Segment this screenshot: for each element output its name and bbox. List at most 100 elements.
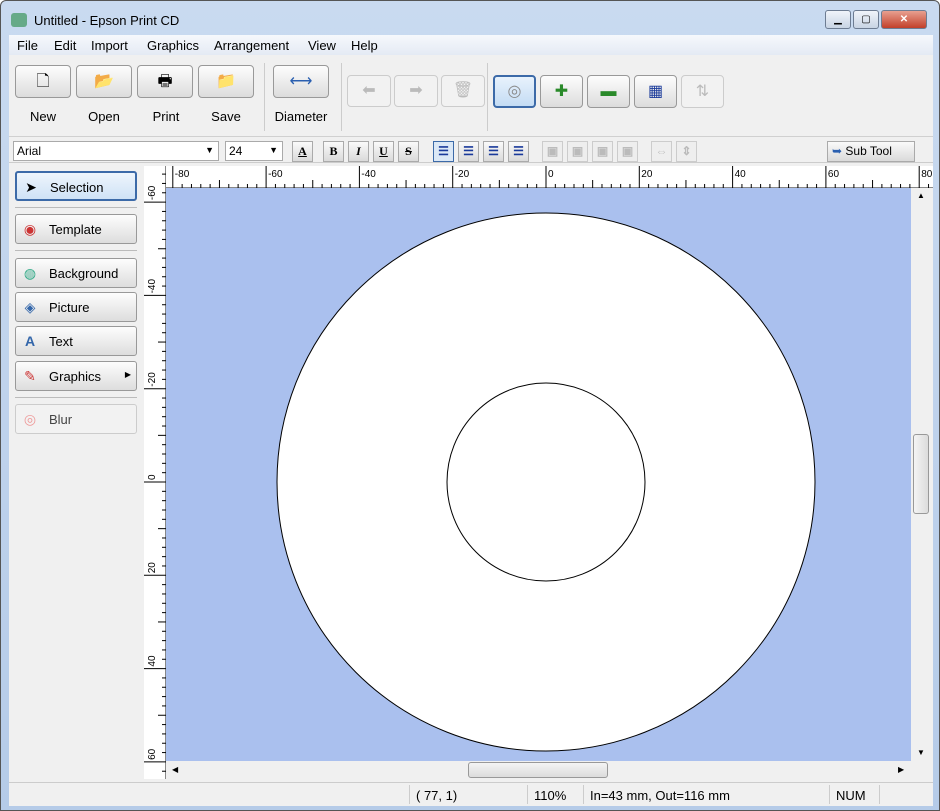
ruler-label: 40	[735, 169, 747, 180]
picture-icon: ◈	[24, 299, 36, 315]
undo-button[interactable]: ⬅	[347, 75, 391, 107]
font-size-select[interactable]: 24 ▼	[225, 141, 283, 161]
app-window: Untitled - Epson Print CD ▁ ▢ ✕ File Edi…	[0, 0, 940, 811]
num-lock-indicator: NUM	[829, 785, 879, 804]
maximize-button[interactable]: ▢	[853, 10, 879, 29]
close-button[interactable]: ✕	[881, 10, 927, 29]
send-backward-button[interactable]: ▣	[592, 141, 613, 162]
disc-icon: ◎	[507, 82, 522, 100]
menu-graphics[interactable]: Graphics	[147, 38, 199, 53]
open-button[interactable]: 📂	[76, 65, 132, 98]
bold-button[interactable]: B	[323, 141, 344, 162]
flip-horizontal-button[interactable]: ⇔	[651, 141, 672, 162]
new-button[interactable]: 🗋	[15, 65, 71, 98]
ruler-label: 60	[828, 169, 840, 180]
bring-forward-button[interactable]: ▣	[567, 141, 588, 162]
diameter-button[interactable]: ⟷	[273, 65, 329, 98]
undo-icon: ⬅	[362, 82, 376, 99]
vertical-ruler: -60 -40 -20 0 20 40 60	[144, 166, 166, 779]
grid-button[interactable]: ▦	[634, 75, 677, 108]
template-label: Template	[49, 222, 102, 237]
graphics-label: Graphics	[49, 369, 102, 384]
scroll-right-icon[interactable]: ▶	[898, 765, 904, 774]
fit-disc-button[interactable]: ◎	[493, 75, 536, 108]
underline-button[interactable]: U	[373, 141, 394, 162]
strikethrough-button[interactable]: S	[398, 141, 419, 162]
swap-button[interactable]: ⇅	[681, 75, 724, 108]
menu-import[interactable]: Import	[91, 38, 128, 53]
chevron-down-icon: ▼	[269, 145, 278, 155]
vertical-scroll-thumb[interactable]	[913, 434, 929, 514]
menu-arrangement[interactable]: Arrangement	[214, 38, 289, 53]
ruler-label: 40	[147, 655, 158, 667]
title-bar: Untitled - Epson Print CD ▁ ▢ ✕	[1, 1, 939, 35]
selection-tool[interactable]: ➤ Selection	[15, 171, 137, 201]
menu-help[interactable]: Help	[351, 38, 378, 53]
zoom-out-button[interactable]: ▬	[587, 75, 630, 108]
new-label: New	[29, 109, 56, 124]
design-canvas[interactable]	[166, 188, 911, 761]
separator	[341, 63, 342, 131]
graphics-tool[interactable]: ✎ Graphics ▶	[15, 361, 137, 391]
text-label: Text	[49, 334, 73, 349]
diameter-label: Diameter	[274, 109, 328, 124]
delete-button[interactable]: 🗑	[441, 75, 485, 107]
blur-icon: ◎	[23, 411, 37, 427]
zoom-in-icon: ✚	[554, 82, 569, 100]
ruler-label: -20	[147, 372, 158, 387]
disc-diameter: In=43 mm, Out=116 mm	[583, 785, 829, 804]
align-right-button[interactable]: ☰	[483, 141, 504, 162]
sub-tool-button[interactable]: ➥ Sub Tool	[827, 141, 915, 162]
ruler-label: -80	[175, 169, 190, 180]
scroll-up-icon[interactable]: ▲	[917, 191, 925, 200]
menu-view[interactable]: View	[308, 38, 336, 53]
text-tool[interactable]: A Text	[15, 326, 137, 356]
align-center-button[interactable]: ☰	[458, 141, 479, 162]
align-left-button[interactable]: ☰	[433, 141, 454, 162]
menu-edit[interactable]: Edit	[54, 38, 76, 53]
text-icon: A	[24, 333, 36, 349]
font-select[interactable]: Arial ▼	[13, 141, 219, 161]
ruler-label: 80	[921, 169, 933, 180]
resize-grip[interactable]	[879, 785, 933, 804]
save-button[interactable]: 📁	[198, 65, 254, 98]
redo-button[interactable]: ➡	[394, 75, 438, 107]
scroll-down-icon[interactable]: ▼	[917, 748, 925, 757]
divider	[15, 250, 137, 251]
menu-file[interactable]: File	[17, 38, 38, 53]
zoom-in-button[interactable]: ✚	[540, 75, 583, 108]
blur-tool[interactable]: ◎ Blur	[15, 404, 137, 434]
horizontal-scroll-thumb[interactable]	[468, 762, 608, 778]
sub-tool-label: Sub Tool	[845, 144, 892, 158]
window-title: Untitled - Epson Print CD	[34, 13, 180, 28]
cursor-arrow-icon: ➤	[25, 179, 37, 195]
blur-label: Blur	[49, 412, 73, 427]
template-icon: ◉	[23, 221, 37, 237]
horizontal-scrollbar[interactable]: ◀ ▶	[166, 761, 911, 779]
ruler-label: 0	[147, 474, 158, 480]
main-toolbar: 🗋 New 📂 Open 🖶 Print 📁 Save ⟷ Diameter ⬅…	[9, 57, 933, 137]
picture-label: Picture	[49, 300, 90, 315]
picture-tool[interactable]: ◈ Picture	[15, 292, 137, 322]
minimize-button[interactable]: ▁	[825, 10, 851, 29]
scroll-left-icon[interactable]: ◀	[172, 765, 178, 774]
ruler-label: 0	[548, 169, 554, 180]
menu-bar: File Edit Import Graphics Arrangement Vi…	[9, 35, 933, 55]
ruler-label: -60	[147, 185, 158, 200]
vertical-scrollbar[interactable]: ▲ ▼	[911, 188, 931, 761]
italic-button[interactable]: I	[348, 141, 369, 162]
print-button[interactable]: 🖶	[137, 65, 193, 98]
divider	[15, 397, 137, 398]
template-tool[interactable]: ◉ Template	[15, 214, 137, 244]
client-area: File Edit Import Graphics Arrangement Vi…	[9, 35, 933, 806]
ruler-label: 20	[147, 562, 158, 574]
flip-vertical-button[interactable]: ⇕	[676, 141, 697, 162]
text-color-button[interactable]: A	[292, 141, 313, 162]
graphics-icon: ✎	[24, 368, 36, 384]
horizontal-ruler: -80 -60 -40 -20 0 20 40 60 80	[166, 166, 933, 188]
justify-button[interactable]: ☰	[508, 141, 529, 162]
send-back-button[interactable]: ▣	[617, 141, 638, 162]
bring-front-button[interactable]: ▣	[542, 141, 563, 162]
background-tool[interactable]: ◍ Background	[15, 258, 137, 288]
selection-label: Selection	[50, 180, 104, 195]
